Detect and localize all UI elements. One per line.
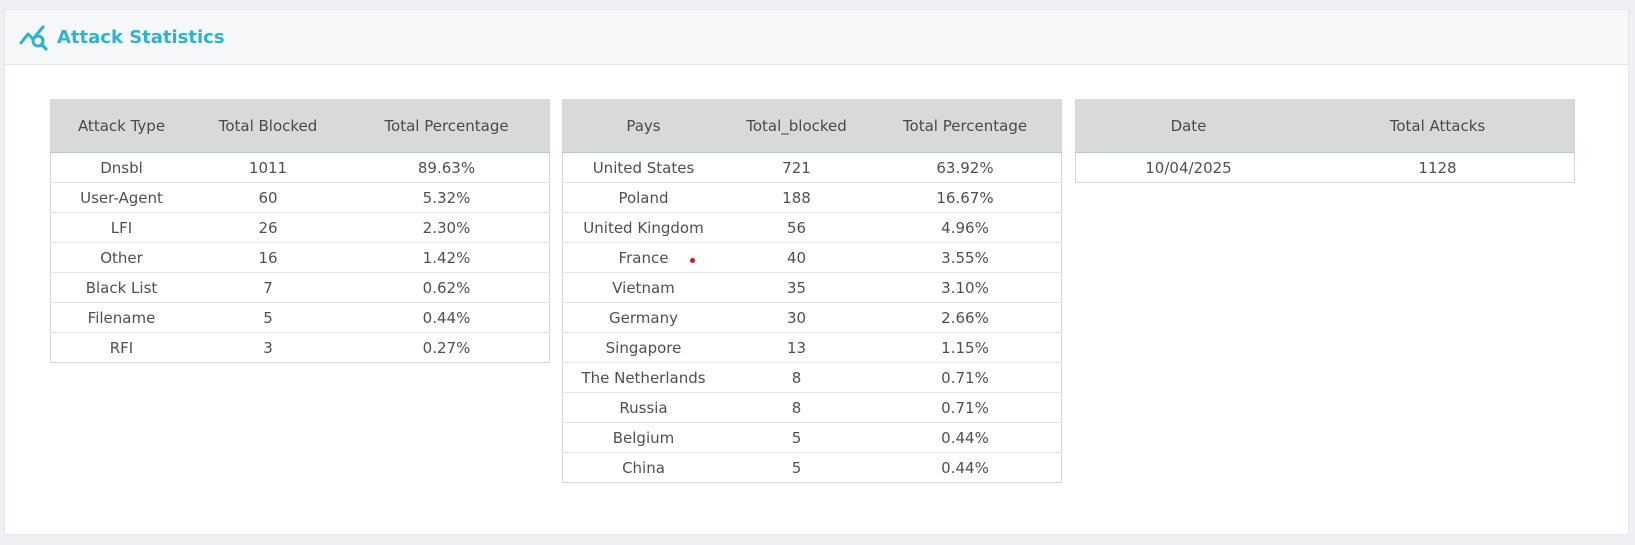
table-cell: United States: [592, 158, 695, 177]
table-cell: Poland: [562, 182, 724, 213]
table-cell: Filename: [50, 302, 192, 333]
table-row: 10/04/2025 1128: [1076, 153, 1575, 183]
table-row: Poland 188 16.67%: [562, 182, 1062, 213]
table-cell: China: [562, 452, 724, 483]
table-cell: LFI: [50, 212, 192, 243]
table-row: Black List 7 0.62%: [50, 272, 550, 303]
table-cell: 8: [724, 392, 869, 423]
table-cell: Germany: [562, 302, 724, 333]
column-header[interactable]: Total_blocked: [724, 99, 869, 153]
table-row: Dnsbl 1011 89.63%: [51, 153, 550, 183]
table-cell: 3.55%: [869, 242, 1062, 273]
table-cell: 0.71%: [869, 392, 1062, 423]
table-cell: 60: [192, 182, 344, 213]
table-row: France 40 3.55%: [562, 242, 1062, 273]
table-cell: 3.10%: [869, 272, 1062, 303]
table-row: Other 16 1.42%: [50, 242, 550, 273]
table-row: The Netherlands 8 0.71%: [562, 362, 1062, 393]
table-cell: 4.96%: [869, 212, 1062, 243]
table-cell: 2.66%: [869, 302, 1062, 333]
table-cell: Dnsbl: [100, 158, 143, 177]
table-cell: 188: [724, 182, 869, 213]
table-cell: 7: [192, 272, 344, 303]
table-cell: 13: [724, 332, 869, 363]
table-row: Singapore 13 1.15%: [562, 332, 1062, 363]
chart-search-icon: [19, 23, 49, 51]
table-cell: 40: [724, 242, 869, 273]
table-cell: RFI: [50, 332, 192, 363]
table-cell: 89.63%: [417, 158, 476, 177]
table-cell: United Kingdom: [562, 212, 724, 243]
panel-title: Attack Statistics: [57, 26, 225, 48]
table-cell: 0.71%: [869, 362, 1062, 393]
table-cell: 16: [192, 242, 344, 273]
table-cell: Singapore: [562, 332, 724, 363]
table-cell: Belgium: [562, 422, 724, 453]
table-row: RFI 3 0.27%: [50, 332, 550, 363]
table-cell: 2.30%: [344, 212, 550, 243]
table-cell: 30: [724, 302, 869, 333]
column-header[interactable]: Total Percentage: [869, 99, 1062, 153]
column-header[interactable]: Attack Type: [50, 99, 192, 153]
table-row: User-Agent 60 5.32%: [50, 182, 550, 213]
table-row: LFI 26 2.30%: [50, 212, 550, 243]
table-cell: 0.62%: [344, 272, 550, 303]
table-cell: 3: [192, 332, 344, 363]
daily-attacks-table: Date Total Attacks 10/04/2025 1128: [1075, 99, 1575, 183]
table-row: Russia 8 0.71%: [562, 392, 1062, 423]
panel-header: Attack Statistics: [5, 10, 1628, 65]
column-header[interactable]: Total Blocked: [192, 99, 344, 153]
table-cell: 1.15%: [869, 332, 1062, 363]
attack-type-table: Attack Type Total Blocked Total Percenta…: [50, 99, 550, 363]
table-cell: 1011: [248, 158, 288, 177]
table-cell: 63.92%: [936, 158, 994, 177]
table-row: United States 721 63.92%: [563, 153, 1062, 183]
table-cell: France: [562, 242, 724, 273]
table-cell: 0.44%: [869, 452, 1062, 483]
table-cell: 16.67%: [869, 182, 1062, 213]
table-cell: Russia: [562, 392, 724, 423]
table-cell: 10/04/2025: [1145, 158, 1232, 177]
column-header[interactable]: Pays: [562, 99, 724, 153]
table-row: Belgium 5 0.44%: [562, 422, 1062, 453]
table-cell: 0.44%: [344, 302, 550, 333]
column-header[interactable]: Total Attacks: [1301, 99, 1575, 153]
table-cell: The Netherlands: [562, 362, 724, 393]
table-row: Germany 30 2.66%: [562, 302, 1062, 333]
country-table: Pays Total_blocked Total Percentage Unit…: [562, 99, 1062, 483]
table-cell: Other: [50, 242, 192, 273]
table-cell: 721: [782, 158, 811, 177]
table-cell: 56: [724, 212, 869, 243]
table-row: Filename 5 0.44%: [50, 302, 550, 333]
table-cell: 5: [724, 452, 869, 483]
table-cell: 1128: [1418, 158, 1457, 177]
table-cell: 8: [724, 362, 869, 393]
table-cell: User-Agent: [50, 182, 192, 213]
table-cell: 26: [192, 212, 344, 243]
table-cell: Black List: [50, 272, 192, 303]
column-header[interactable]: Date: [1075, 99, 1301, 153]
table-cell: Vietnam: [562, 272, 724, 303]
table-cell: 1.42%: [344, 242, 550, 273]
table-cell: 0.27%: [344, 332, 550, 363]
table-cell: 5.32%: [344, 182, 550, 213]
table-row: Vietnam 35 3.10%: [562, 272, 1062, 303]
table-cell: 35: [724, 272, 869, 303]
column-header[interactable]: Total Percentage: [344, 99, 550, 153]
table-row: China 5 0.44%: [562, 452, 1062, 483]
table-cell: 5: [192, 302, 344, 333]
table-cell: 0.44%: [869, 422, 1062, 453]
table-row: United Kingdom 56 4.96%: [562, 212, 1062, 243]
cursor-dot: [690, 258, 695, 263]
table-cell: 5: [724, 422, 869, 453]
